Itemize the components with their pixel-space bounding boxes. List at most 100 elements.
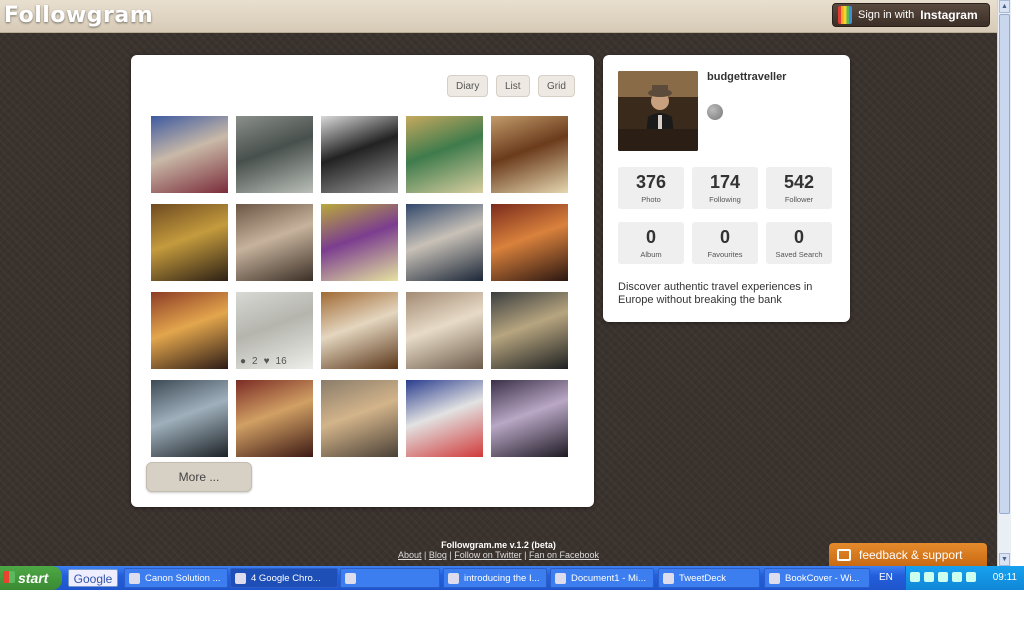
photo-thumbnail[interactable]: [491, 292, 568, 369]
taskbar-window-button[interactable]: 4 Google Chro...: [230, 568, 338, 588]
tray-icon[interactable]: [924, 572, 934, 582]
photo-meta: ● 2 ♥ 16: [240, 356, 287, 367]
windows-taskbar: start Google Canon Solution ... 4 Google …: [0, 566, 1024, 590]
tray-icon[interactable]: [952, 572, 962, 582]
separator: |: [521, 550, 529, 560]
photo-thumbnail[interactable]: [321, 204, 398, 281]
tray-icon[interactable]: [910, 572, 920, 582]
app-icon: [769, 573, 780, 584]
feedback-support-button[interactable]: feedback & support: [829, 543, 987, 566]
photo-thumbnail[interactable]: [236, 204, 313, 281]
photo-thumbnail[interactable]: [151, 292, 228, 369]
photo-thumbnail[interactable]: [491, 116, 568, 193]
scroll-thumb[interactable]: [999, 14, 1010, 514]
vertical-scrollbar[interactable]: ▲ ▼: [997, 0, 1011, 566]
photo-grid-card: Diary List Grid ● 2 ♥ 16 More ...: [131, 55, 594, 507]
pin-icon: ●: [240, 356, 247, 367]
start-button[interactable]: start: [0, 566, 62, 590]
stat-label: Following: [709, 195, 741, 204]
globe-icon[interactable]: [707, 104, 723, 120]
photo-thumbnail[interactable]: [406, 380, 483, 457]
google-toolbar[interactable]: Google: [68, 569, 118, 587]
scroll-up-arrow-icon[interactable]: ▲: [999, 0, 1010, 13]
taskbar-window-button[interactable]: introducing the I...: [443, 568, 547, 588]
heart-icon: ♥: [263, 356, 270, 367]
stat-label: Photo: [641, 195, 661, 204]
instagram-icon: [838, 6, 852, 24]
task-label: 4 Google Chro...: [251, 573, 321, 584]
diary-view-button[interactable]: Diary: [447, 75, 489, 97]
photo-thumbnail[interactable]: [151, 204, 228, 281]
taskbar-window-button[interactable]: Document1 - Mi...: [550, 568, 654, 588]
followgram-logo[interactable]: Followgram: [4, 3, 153, 28]
stat-label: Album: [640, 250, 662, 259]
photo-thumbnail[interactable]: [321, 116, 398, 193]
like-count: 16: [275, 356, 287, 367]
comment-count: 2: [252, 356, 258, 367]
photo-thumbnail[interactable]: [151, 380, 228, 457]
stat-label: Follower: [784, 195, 814, 204]
stat-number: 0: [645, 227, 656, 247]
stat-album[interactable]: 0 Album: [618, 222, 684, 264]
grid-view-button[interactable]: Grid: [538, 75, 575, 97]
tray-icon[interactable]: [966, 572, 976, 582]
fan-facebook-link[interactable]: Fan on Facebook: [529, 550, 599, 560]
separator: |: [421, 550, 429, 560]
about-link[interactable]: About: [398, 550, 422, 560]
photo-thumbnail[interactable]: ● 2 ♥ 16: [236, 292, 313, 369]
task-label: TweetDeck: [679, 573, 726, 584]
bio-text: Discover authentic travel experiences in…: [618, 281, 813, 306]
avatar[interactable]: [618, 71, 698, 151]
photo-thumbnail[interactable]: [406, 116, 483, 193]
signin-brand: Instagram: [920, 8, 978, 22]
more-button[interactable]: More ...: [146, 462, 252, 492]
stat-number: 0: [719, 227, 730, 247]
photo-thumbnail[interactable]: [491, 380, 568, 457]
stat-favourites[interactable]: 0 Favourites: [692, 222, 758, 264]
stat-label: Favourites: [707, 250, 743, 259]
stat-number: 542: [783, 172, 815, 192]
profile-card: budgettraveller 376 Photo 174 Following 542 F…: [603, 55, 850, 322]
app-icon: [129, 573, 140, 584]
browser-viewport: Followgram Sign in with Instagram Diary …: [0, 0, 997, 566]
taskbar-window-button[interactable]: BookCover - Wi...: [764, 568, 870, 588]
task-label: Document1 - Mi...: [571, 573, 646, 584]
photo-thumbnail[interactable]: [491, 204, 568, 281]
list-view-button[interactable]: List: [496, 75, 530, 97]
app-icon: [555, 573, 566, 584]
windows-logo-icon: [3, 571, 15, 583]
taskbar-window-button[interactable]: TweetDeck: [658, 568, 760, 588]
stat-number: 376: [635, 172, 667, 192]
photo-thumbnail[interactable]: [151, 116, 228, 193]
taskbar-window-button[interactable]: [340, 568, 440, 588]
photo-thumbnail[interactable]: [236, 116, 313, 193]
language-indicator[interactable]: EN: [879, 572, 893, 583]
photo-thumbnail[interactable]: [321, 380, 398, 457]
feedback-label: feedback & support: [859, 547, 963, 562]
app-icon: [663, 573, 674, 584]
stat-saved-search[interactable]: 0 Saved Search: [766, 222, 832, 264]
megaphone-icon: [837, 548, 851, 561]
task-label: BookCover - Wi...: [785, 573, 860, 584]
top-bar: Followgram Sign in with Instagram: [0, 0, 997, 33]
blog-link[interactable]: Blog: [429, 550, 447, 560]
photo-thumbnail[interactable]: [406, 292, 483, 369]
task-label: Canon Solution ...: [145, 573, 221, 584]
stat-number: 174: [709, 172, 741, 192]
photo-thumbnail[interactable]: [406, 204, 483, 281]
tray-icon[interactable]: [938, 572, 948, 582]
photo-thumbnail[interactable]: [321, 292, 398, 369]
app-icon: [235, 573, 246, 584]
follow-twitter-link[interactable]: Follow on Twitter: [454, 550, 521, 560]
sign-in-instagram-button[interactable]: Sign in with Instagram: [832, 3, 990, 27]
stat-following[interactable]: 174 Following: [692, 167, 758, 209]
username[interactable]: budgettraveller: [707, 71, 786, 83]
stat-number: 0: [793, 227, 804, 247]
stat-photo[interactable]: 376 Photo: [618, 167, 684, 209]
start-label: start: [18, 570, 49, 586]
scroll-down-arrow-icon[interactable]: ▼: [999, 553, 1010, 566]
clock: 09:11: [992, 572, 1017, 583]
stat-follower[interactable]: 542 Follower: [766, 167, 832, 209]
taskbar-window-button[interactable]: Canon Solution ...: [124, 568, 228, 588]
photo-thumbnail[interactable]: [236, 380, 313, 457]
